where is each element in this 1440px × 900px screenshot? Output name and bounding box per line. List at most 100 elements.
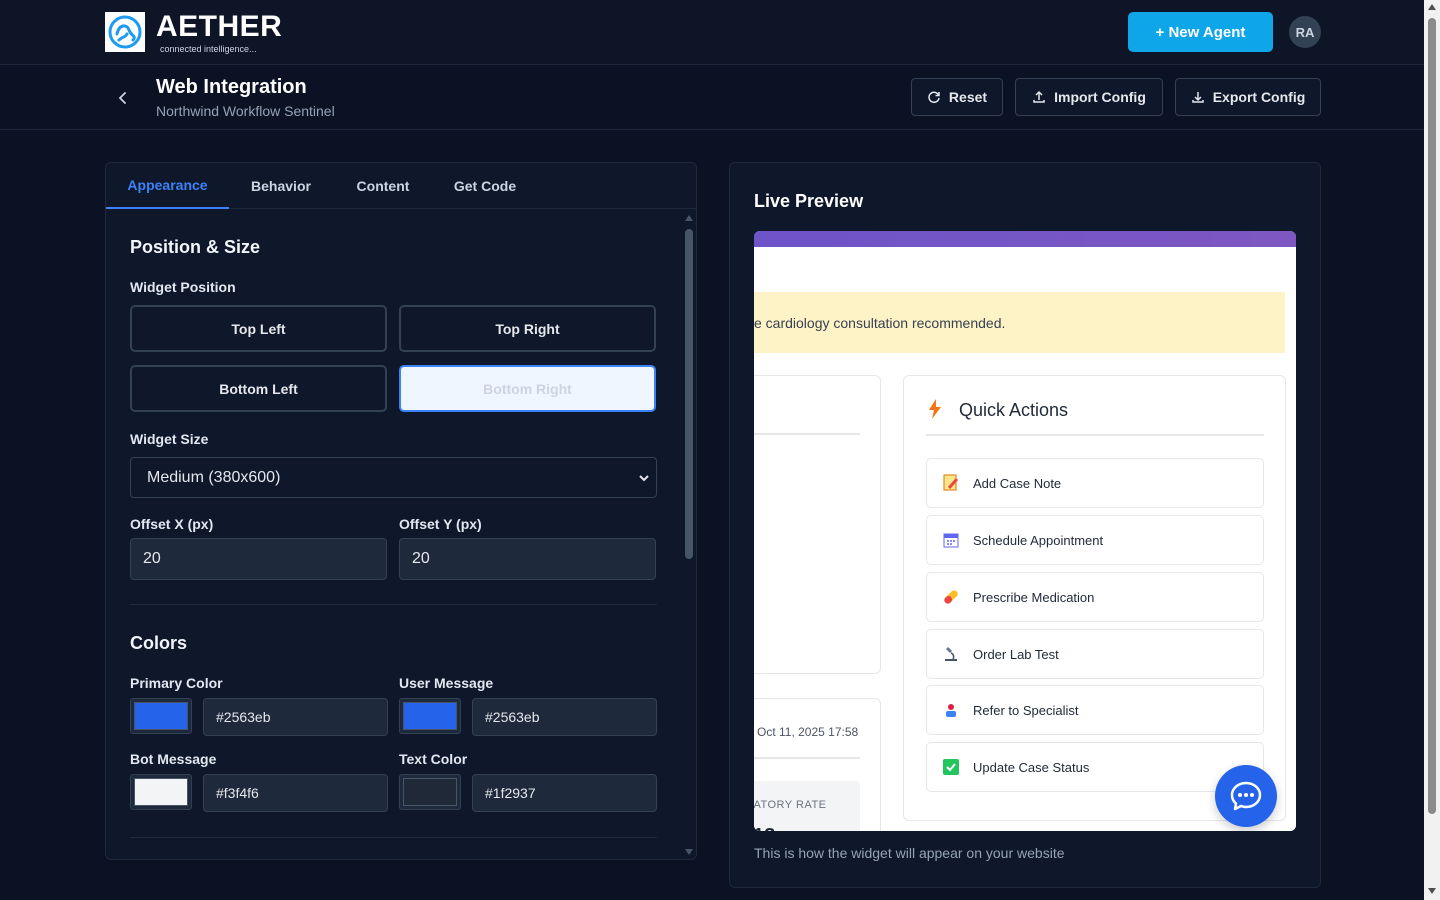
preview-page: e cardiology consultation recommended. O… [754, 247, 1296, 831]
refresh-icon [928, 91, 940, 104]
text-color-swatch[interactable] [399, 774, 461, 810]
panel-scrollbar[interactable] [685, 215, 693, 855]
vitals-metric: RATORY RATE 18 [754, 781, 860, 831]
user-message-color-swatch[interactable] [399, 698, 461, 734]
chat-bubble-icon [1230, 781, 1262, 811]
user-message-color-input[interactable]: #2563eb [472, 698, 657, 736]
export-config-button[interactable]: Export Config [1175, 78, 1321, 116]
bot-message-color-label: Bot Message [130, 751, 217, 767]
scrollbar-thumb[interactable] [1428, 18, 1436, 814]
quick-actions-card: Quick Actions Add Case Note Schedule App… [903, 375, 1286, 821]
quick-action-label: Order Lab Test [973, 646, 1059, 662]
tab-get-code[interactable]: Get Code [433, 163, 537, 209]
calendar-icon [941, 530, 961, 550]
quick-action-label: Refer to Specialist [973, 702, 1079, 718]
settings-tabs: Appearance Behavior Content Get Code [106, 163, 696, 209]
preview-vitals-card: Oct 11, 2025 17:58 RATORY RATE 18 [754, 698, 881, 831]
page-subtitle: Northwind Workflow Sentinel [156, 103, 335, 119]
page-header: Web Integration Northwind Workflow Senti… [0, 65, 1424, 130]
offset-x-label: Offset X (px) [130, 516, 214, 532]
bot-message-color-input[interactable]: #f3f4f6 [203, 774, 388, 812]
metric-label: RATORY RATE [754, 799, 827, 811]
quick-action-label: Update Case Status [973, 759, 1090, 775]
window-scrollbar[interactable] [1424, 0, 1440, 900]
position-bottom-left-button[interactable]: Bottom Left [130, 365, 387, 412]
note-icon [941, 473, 961, 493]
card-divider [754, 757, 860, 759]
settings-panel: Appearance Behavior Content Get Code Pos… [105, 162, 697, 860]
preview-card [754, 375, 881, 674]
quick-actions-title: Quick Actions [959, 400, 1069, 420]
user-message-color-label: User Message [399, 675, 494, 691]
offset-x-input[interactable]: 20 [130, 538, 387, 580]
lightning-icon [929, 399, 941, 419]
position-size-heading: Position & Size [130, 237, 261, 257]
quick-action-label: Prescribe Medication [973, 589, 1095, 605]
upload-icon [1033, 90, 1045, 103]
live-preview-panel: Live Preview e cardiology consultation r… [729, 162, 1321, 888]
bot-message-color-swatch[interactable] [130, 774, 192, 810]
panel-scroll-down-icon[interactable] [685, 849, 693, 855]
export-config-label: Export Config [1212, 89, 1306, 105]
tab-content[interactable]: Content [333, 163, 433, 209]
quick-action-schedule-appointment[interactable]: Schedule Appointment [926, 515, 1264, 565]
microscope-icon [941, 644, 961, 664]
download-icon [1191, 92, 1204, 103]
position-top-right-button[interactable]: Top Right [399, 305, 656, 352]
checkbox-icon [941, 757, 961, 777]
quick-action-order-lab-test[interactable]: Order Lab Test [926, 629, 1264, 679]
position-top-left-button[interactable]: Top Left [130, 305, 387, 352]
scroll-up-arrow-icon[interactable] [1428, 4, 1436, 10]
brand-tagline: connected intelligence... [160, 44, 257, 54]
quick-action-update-case-status[interactable]: Update Case Status [926, 742, 1264, 792]
brand-logo-icon[interactable] [105, 12, 145, 52]
tab-appearance[interactable]: Appearance [106, 163, 229, 209]
section-divider [130, 837, 657, 838]
primary-color-swatch[interactable] [130, 698, 192, 734]
offset-y-input[interactable]: 20 [399, 538, 656, 580]
primary-color-label: Primary Color [130, 675, 223, 691]
back-button[interactable] [112, 87, 134, 109]
scroll-down-arrow-icon[interactable] [1428, 888, 1436, 894]
colors-heading: Colors [130, 633, 188, 653]
chat-widget-button[interactable] [1215, 765, 1277, 827]
preview-frame: e cardiology consultation recommended. O… [754, 231, 1296, 831]
brand-name: AETHER [156, 10, 283, 43]
preview-alert: e cardiology consultation recommended. [754, 292, 1285, 353]
text-color-label: Text Color [399, 751, 468, 767]
quick-action-add-case-note[interactable]: Add Case Note [926, 458, 1264, 508]
primary-color-input[interactable]: #2563eb [203, 698, 388, 736]
user-avatar[interactable]: RA [1289, 16, 1321, 48]
section-divider [130, 604, 657, 605]
page-title: Web Integration [156, 76, 307, 98]
card-divider [754, 433, 860, 435]
import-config-label: Import Config [1054, 89, 1146, 105]
quick-action-label: Add Case Note [973, 475, 1062, 491]
preview-header-bar [754, 231, 1296, 247]
vitals-timestamp: Oct 11, 2025 17:58 [757, 725, 859, 739]
metric-value: 18 [754, 825, 775, 831]
chevron-left-icon [118, 92, 126, 104]
panel-scrollbar-thumb[interactable] [685, 229, 693, 559]
widget-size-select[interactable]: Medium (380x600) [130, 457, 657, 498]
import-config-button[interactable]: Import Config [1015, 78, 1163, 116]
widget-size-label: Widget Size [130, 431, 209, 447]
position-bottom-right-button[interactable]: Bottom Right [399, 365, 656, 412]
new-agent-button[interactable]: + New Agent [1128, 12, 1273, 52]
widget-position-label: Widget Position [130, 279, 236, 295]
live-preview-heading: Live Preview [754, 191, 864, 211]
referral-icon [941, 700, 961, 720]
preview-alert-text: e cardiology consultation recommended. [754, 314, 1006, 331]
quick-action-label: Schedule Appointment [973, 532, 1104, 548]
tab-behavior[interactable]: Behavior [229, 163, 333, 209]
widget-size-value: Medium (380x600) [147, 468, 281, 486]
text-color-input[interactable]: #1f2937 [472, 774, 657, 812]
quick-action-refer-to-specialist[interactable]: Refer to Specialist [926, 685, 1264, 735]
offset-y-label: Offset Y (px) [399, 516, 482, 532]
pill-icon [941, 587, 961, 607]
chevron-down-icon [639, 475, 649, 482]
quick-action-prescribe-medication[interactable]: Prescribe Medication [926, 572, 1264, 622]
panel-scroll-up-icon[interactable] [685, 215, 693, 221]
reset-label: Reset [948, 89, 988, 105]
reset-button[interactable]: Reset [911, 78, 1003, 116]
